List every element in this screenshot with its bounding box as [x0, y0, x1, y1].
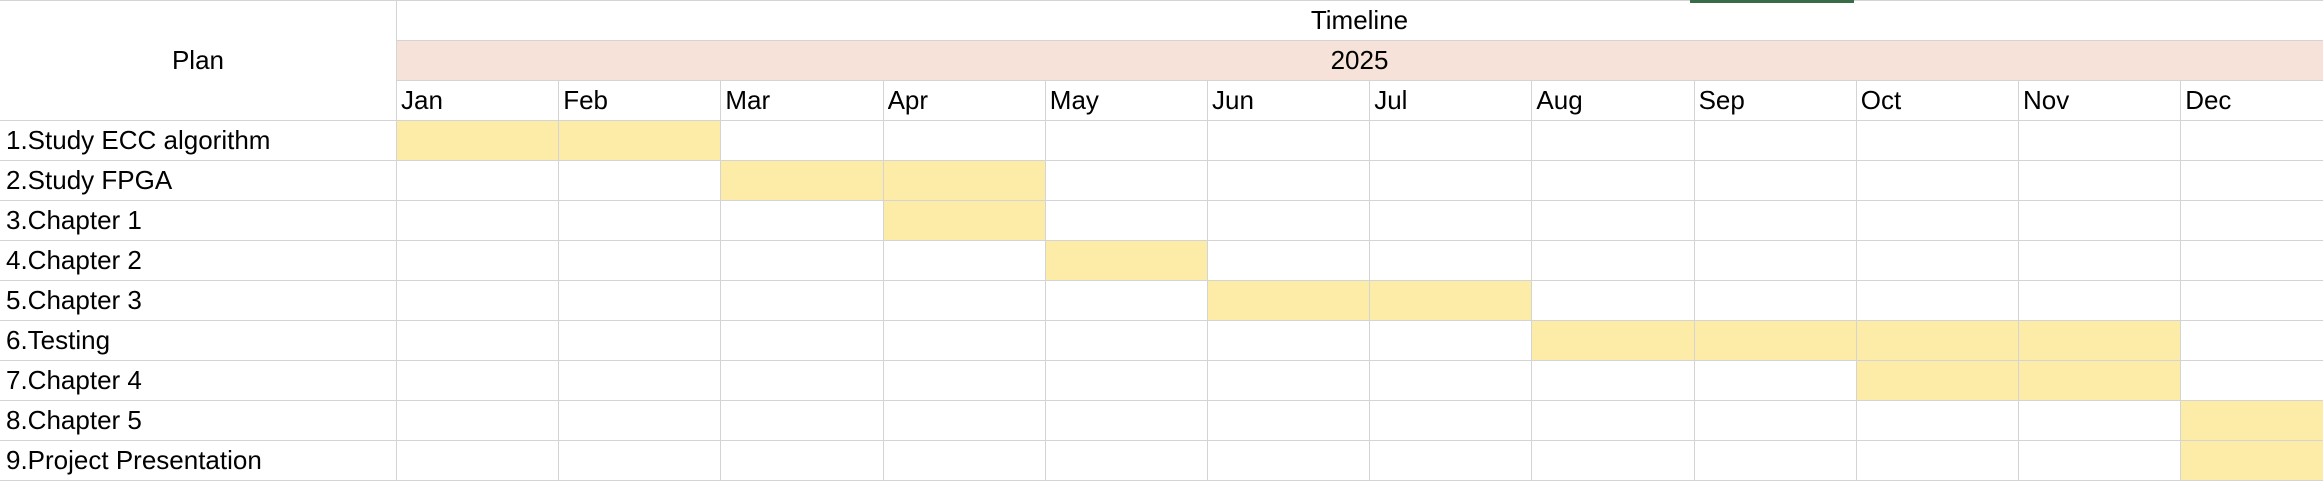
month-label: May: [1049, 85, 1099, 115]
task-label: 1.Study ECC algorithm: [6, 125, 271, 155]
task-label: 8.Chapter 5: [6, 405, 142, 435]
month-label: Jul: [1374, 85, 1408, 115]
month-label: Oct: [1860, 85, 1902, 115]
task-label: 4.Chapter 2: [6, 245, 142, 275]
month-label: Jun: [1212, 85, 1254, 115]
task-label: 6.Testing: [6, 325, 111, 355]
task-bar: [2180, 440, 2323, 480]
task-bar: [2180, 400, 2323, 440]
month-label: Sep: [1698, 85, 1745, 115]
month-label: Jan: [401, 85, 443, 115]
sheet-tab-accent: [1690, 0, 1854, 3]
year-label: 2025: [1330, 45, 1389, 75]
plan-header: Plan: [171, 45, 225, 75]
month-label: Dec: [2185, 85, 2232, 115]
month-label: Mar: [725, 85, 771, 115]
task-label: 5.Chapter 3: [6, 285, 142, 315]
task-label: 9.Project Presentation: [6, 445, 262, 475]
grid-hline: [0, 480, 2323, 481]
month-label: Feb: [563, 85, 608, 115]
timeline-header: Timeline: [1310, 5, 1409, 35]
month-label: Apr: [887, 85, 929, 115]
task-label: 7.Chapter 4: [6, 365, 142, 395]
task-label: 3.Chapter 1: [6, 205, 142, 235]
task-bar: [1044, 240, 1207, 280]
month-label: Nov: [2023, 85, 2070, 115]
month-label: Aug: [1536, 85, 1583, 115]
task-label: 2.Study FPGA: [6, 165, 173, 195]
task-bar: [882, 200, 1045, 240]
